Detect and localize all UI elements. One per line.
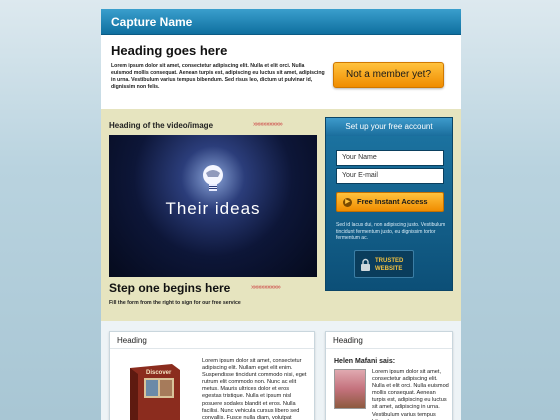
play-icon: ▶	[343, 198, 352, 207]
lock-icon	[361, 258, 370, 271]
hero-heading: Heading goes here	[111, 43, 228, 58]
trusted-line-2: WEBSITE	[375, 266, 403, 272]
free-access-button[interactable]: ▶ Free Instant Access	[336, 192, 444, 212]
step-subtext: Fill the form from the right to sign for…	[109, 300, 241, 306]
email-input[interactable]: Your E-mail	[336, 168, 444, 184]
feature-band: Heading of the video/image »»»»»»»»»» Th…	[101, 109, 461, 321]
book-card: Heading Discover Lorem ipsum dolor sit a…	[109, 331, 315, 420]
name-input[interactable]: Your Name	[336, 150, 444, 166]
signup-title: Set up your free account	[326, 118, 452, 136]
testimonial-heading: Heading	[326, 332, 452, 349]
testimonial-photo	[334, 369, 366, 409]
book-title: Discover	[146, 370, 172, 376]
lightbulb-icon	[203, 165, 223, 191]
video-heading: Heading of the video/image	[109, 121, 214, 130]
signup-panel: Set up your free account Your Name Your …	[325, 117, 453, 291]
step-arrows: »»»»»»»»»»	[251, 284, 281, 291]
hero-body: Lorem ipsum dolor sit amet, consectetur …	[111, 63, 325, 90]
book-card-text: Lorem ipsum dolor sit amet, consectetur …	[202, 358, 307, 420]
heading-arrows: »»»»»»»»»»	[253, 121, 283, 128]
trusted-website-badge: TRUSTED WEBSITE	[354, 250, 414, 278]
testimonial-author: Helen Mafani sais:	[334, 358, 396, 365]
testimonial-text: Lorem ipsum dolor sit amet, consectetur …	[372, 369, 449, 420]
trusted-line-1: TRUSTED	[375, 258, 404, 264]
bottom-section: Heading Discover Lorem ipsum dolor sit a…	[101, 321, 461, 420]
book-card-heading: Heading	[110, 332, 314, 349]
not-a-member-button[interactable]: Not a member yet?	[333, 62, 444, 88]
step-heading: Step one begins here	[109, 281, 231, 295]
video-logo-text: Their ideas	[165, 199, 261, 218]
header-bar: Capture Name	[101, 9, 461, 35]
free-access-label: Free Instant Access	[357, 197, 428, 206]
signup-fine-print: Sed id lacus dui, non adipiscing justo. …	[336, 222, 446, 241]
ebook-cover-image: Discover	[130, 364, 180, 420]
site-title: Capture Name	[111, 15, 193, 29]
landing-page: Capture Name Heading goes here Lorem ips…	[101, 9, 461, 420]
testimonial-card: Heading Helen Mafani sais: Lorem ipsum d…	[325, 331, 453, 420]
video-player[interactable]: Their ideas	[109, 135, 317, 277]
